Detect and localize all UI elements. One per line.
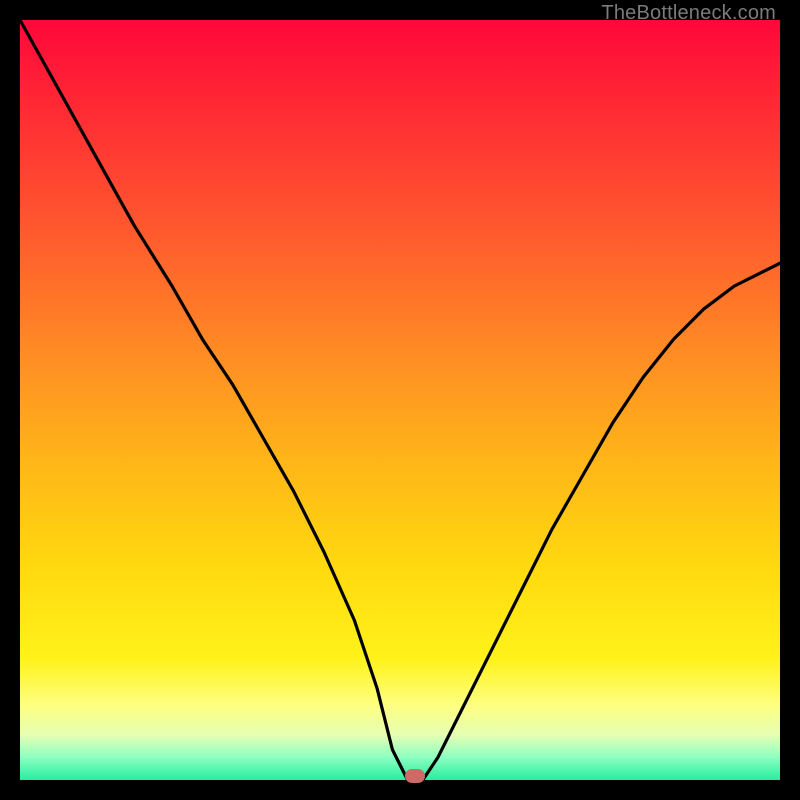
curve-svg <box>20 20 780 780</box>
chart-frame: TheBottleneck.com <box>0 0 800 800</box>
plot-area <box>20 20 780 780</box>
optimum-marker <box>405 769 425 783</box>
bottleneck-curve <box>20 20 780 780</box>
